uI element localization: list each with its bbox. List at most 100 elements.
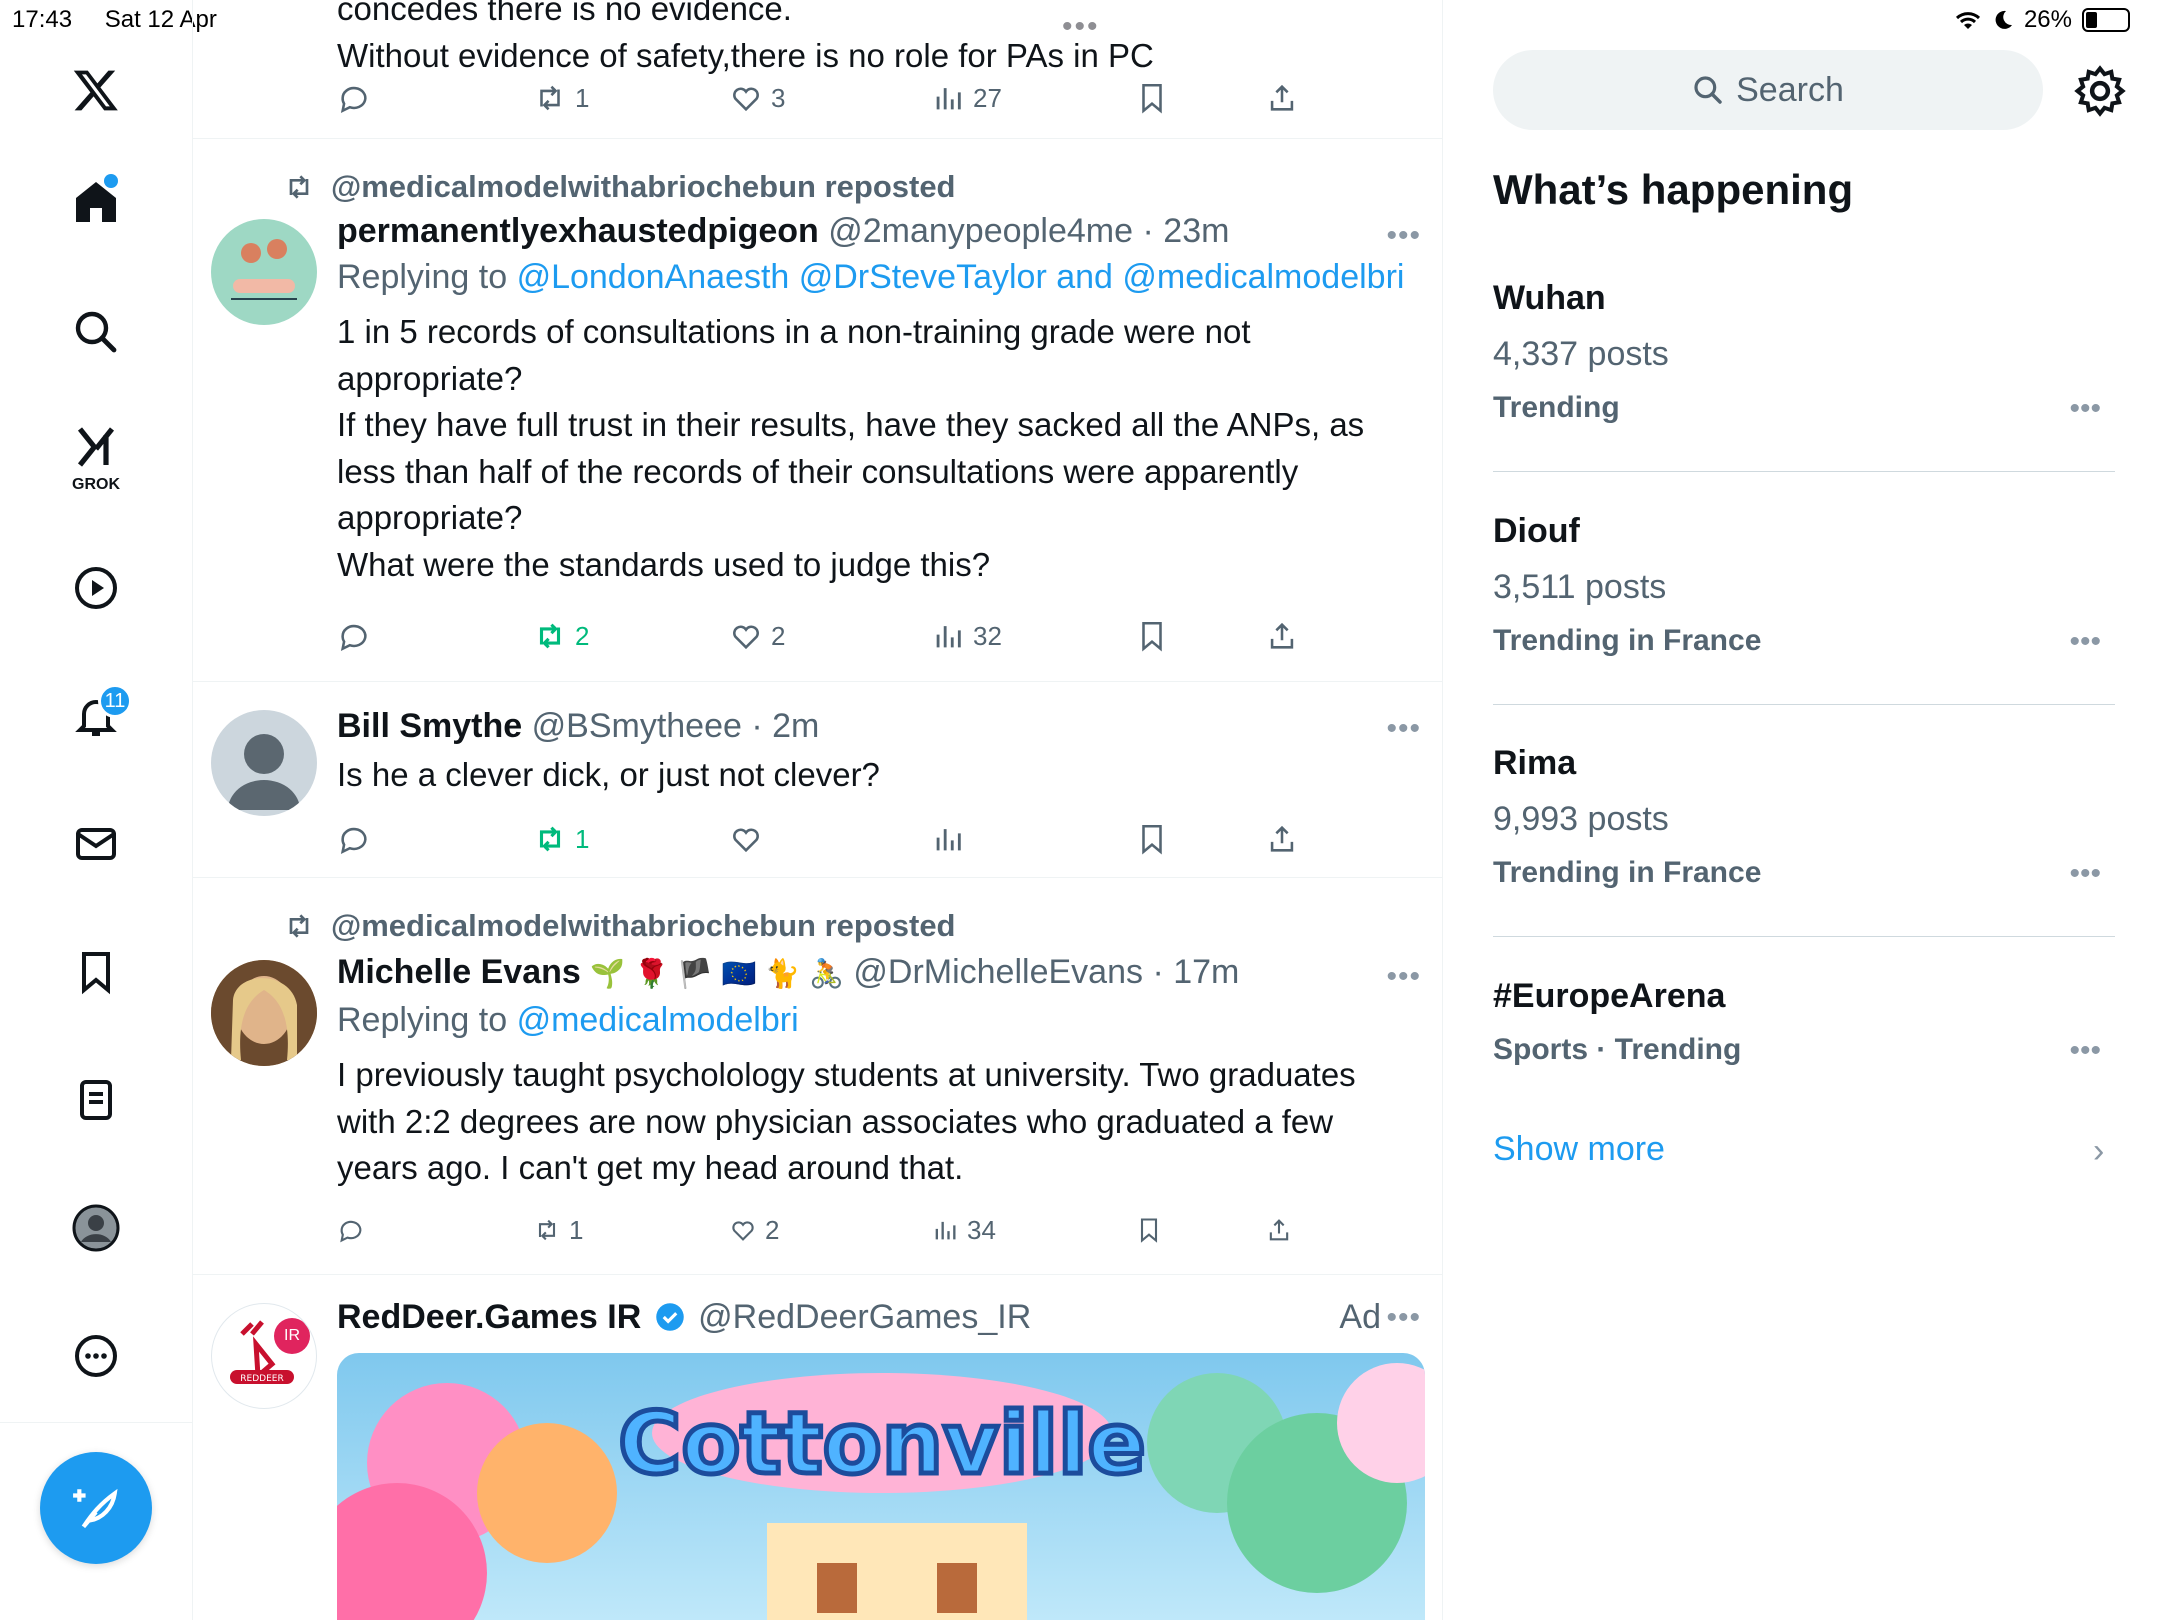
trend-item[interactable]: Wuhan 4,337 posts Trending ••• — [1493, 276, 2115, 472]
share-icon — [1270, 825, 1294, 852]
like-button[interactable]: 2 — [729, 1208, 779, 1252]
author-handle[interactable]: @BSmytheee — [532, 707, 742, 745]
x-logo-icon[interactable] — [56, 50, 136, 130]
post-text: concedes there is no evidence. Without e… — [337, 0, 1425, 79]
views-chart-icon — [936, 626, 961, 648]
trend-more-icon[interactable]: ••• — [2069, 1034, 2101, 1068]
notifications-bell-icon[interactable]: 11 — [56, 676, 136, 756]
like-count: 2 — [771, 620, 786, 651]
trend-item[interactable]: #EuropeArena Sports · Trending ••• — [1493, 974, 2115, 1084]
views-button[interactable]: 27 — [931, 76, 1002, 120]
views-button[interactable] — [931, 817, 973, 861]
trend-more-icon[interactable]: ••• — [2069, 857, 2101, 891]
reply-button[interactable] — [337, 1208, 373, 1252]
post-actions: 1 — [337, 817, 1337, 861]
trend-item[interactable]: Diouf 3,511 posts Trending in France ••• — [1493, 509, 2115, 705]
avatar[interactable] — [211, 710, 317, 816]
author-name[interactable]: Bill Smythe — [337, 707, 522, 745]
ad-post[interactable]: REDDEER IR RedDeer.Games IR @RedDeerGame… — [193, 1275, 1442, 1620]
author-name[interactable]: Michelle Evans — [337, 953, 581, 991]
repost-count: 2 — [575, 620, 590, 651]
post-more-icon[interactable]: ••• — [1386, 960, 1421, 994]
chevron-right-icon[interactable]: › — [2093, 1132, 2104, 1171]
heart-icon — [732, 1221, 754, 1241]
author-name[interactable]: RedDeer.Games IR — [337, 1298, 641, 1336]
trend-item[interactable]: Rima 9,993 posts Trending in France ••• — [1493, 741, 2115, 937]
replying-mentions[interactable]: @LondonAnaesth @DrSteveTaylor and @medic… — [517, 258, 1405, 296]
author-handle[interactable]: @DrMichelleEvans — [853, 953, 1143, 991]
post-time[interactable]: 17m — [1173, 953, 1239, 991]
bookmark-button[interactable] — [1135, 614, 1169, 658]
avatar[interactable] — [211, 960, 317, 1066]
repost-button[interactable]: 1 — [533, 817, 589, 861]
bookmark-button[interactable] — [1135, 76, 1169, 120]
video-play-icon[interactable] — [56, 548, 136, 628]
reply-button[interactable] — [337, 817, 379, 861]
avatar[interactable] — [211, 219, 317, 325]
author-handle[interactable]: @2manypeople4me — [828, 212, 1133, 250]
like-count: 2 — [765, 1214, 780, 1245]
repost-button[interactable]: 1 — [533, 1208, 583, 1252]
ad-image-title: Cottonville — [618, 1394, 1146, 1494]
author-handle[interactable]: @RedDeerGames_IR — [698, 1298, 1031, 1336]
ad-image[interactable]: Cottonville — [337, 1353, 1425, 1620]
profile-avatar-icon[interactable] — [56, 1188, 136, 1268]
trend-category: Sports · Trending — [1493, 1033, 1742, 1066]
compose-post-button[interactable] — [40, 1452, 152, 1564]
like-button[interactable] — [729, 817, 771, 861]
bookmarks-icon[interactable] — [56, 932, 136, 1012]
share-button[interactable] — [1265, 817, 1299, 861]
show-more-link[interactable]: Show more — [1493, 1130, 1665, 1169]
like-button[interactable]: 2 — [729, 614, 785, 658]
post[interactable]: @medicalmodelwithabriochebun reposted Mi… — [193, 878, 1442, 1275]
like-button[interactable]: 3 — [729, 76, 785, 120]
trend-more-icon[interactable]: ••• — [2069, 392, 2101, 426]
trend-category: Trending in France — [1493, 624, 1762, 657]
post[interactable]: Bill Smythe @BSmytheee · 2m Is he a clev… — [193, 682, 1442, 878]
post[interactable]: @medicalmodelwithabriochebun reposted pe… — [193, 139, 1442, 682]
share-button[interactable] — [1265, 76, 1299, 120]
separator-dot: · — [1142, 212, 1154, 250]
grok-icon[interactable]: GROK — [56, 416, 136, 496]
reply-button[interactable] — [337, 614, 379, 658]
explore-search-icon[interactable] — [56, 292, 136, 372]
views-chart-icon — [936, 88, 961, 110]
home-icon[interactable] — [56, 162, 136, 242]
post[interactable]: concedes there is no evidence. Without e… — [193, 0, 1442, 139]
post-more-icon[interactable]: ••• — [1386, 1301, 1421, 1335]
post-text-line: years ago. I can't get my head around th… — [337, 1149, 964, 1186]
post-time[interactable]: 2m — [772, 707, 819, 745]
repost-icon — [538, 1219, 556, 1241]
views-button[interactable]: 34 — [931, 1208, 996, 1252]
bookmark-button[interactable] — [1135, 817, 1169, 861]
messages-envelope-icon[interactable] — [56, 804, 136, 884]
post-time[interactable]: 23m — [1163, 212, 1229, 250]
repost-icon — [289, 914, 309, 938]
repost-by-label[interactable]: @medicalmodelwithabriochebun reposted — [331, 908, 956, 944]
more-options-icon[interactable] — [56, 1316, 136, 1396]
post-more-icon[interactable]: ••• — [1386, 712, 1421, 746]
share-button[interactable] — [1265, 1208, 1293, 1252]
reply-button[interactable] — [337, 76, 379, 120]
repost-button[interactable]: 1 — [533, 76, 589, 120]
trend-more-icon[interactable]: ••• — [2069, 625, 2101, 659]
advertiser-avatar[interactable]: REDDEER IR — [211, 1303, 317, 1409]
trend-posts: 3,511 posts — [1493, 568, 1667, 606]
repost-by-label[interactable]: @medicalmodelwithabriochebun reposted — [331, 169, 956, 205]
post-text-line: Is he a clever dick, or just not clever? — [337, 756, 880, 793]
reply-bubble-icon — [340, 1220, 362, 1243]
ad-label: Ad — [1339, 1298, 1381, 1336]
trend-category: Trending — [1493, 391, 1620, 424]
bookmark-button[interactable] — [1135, 1208, 1163, 1252]
post-more-icon[interactable]: ••• — [1386, 219, 1421, 253]
search-input[interactable]: Search — [1493, 50, 2043, 130]
repost-button[interactable]: 2 — [533, 614, 589, 658]
lists-icon[interactable] — [56, 1060, 136, 1140]
author-name[interactable]: permanentlyexhaustedpigeon — [337, 212, 819, 250]
replying-mentions[interactable]: @medicalmodelbri — [517, 1001, 799, 1039]
settings-gear-icon[interactable] — [2073, 64, 2127, 118]
post-header: permanentlyexhaustedpigeon @2manypeople4… — [337, 209, 1425, 253]
views-button[interactable]: 32 — [931, 614, 1002, 658]
grok-label: GROK — [72, 476, 120, 493]
share-button[interactable] — [1265, 614, 1299, 658]
